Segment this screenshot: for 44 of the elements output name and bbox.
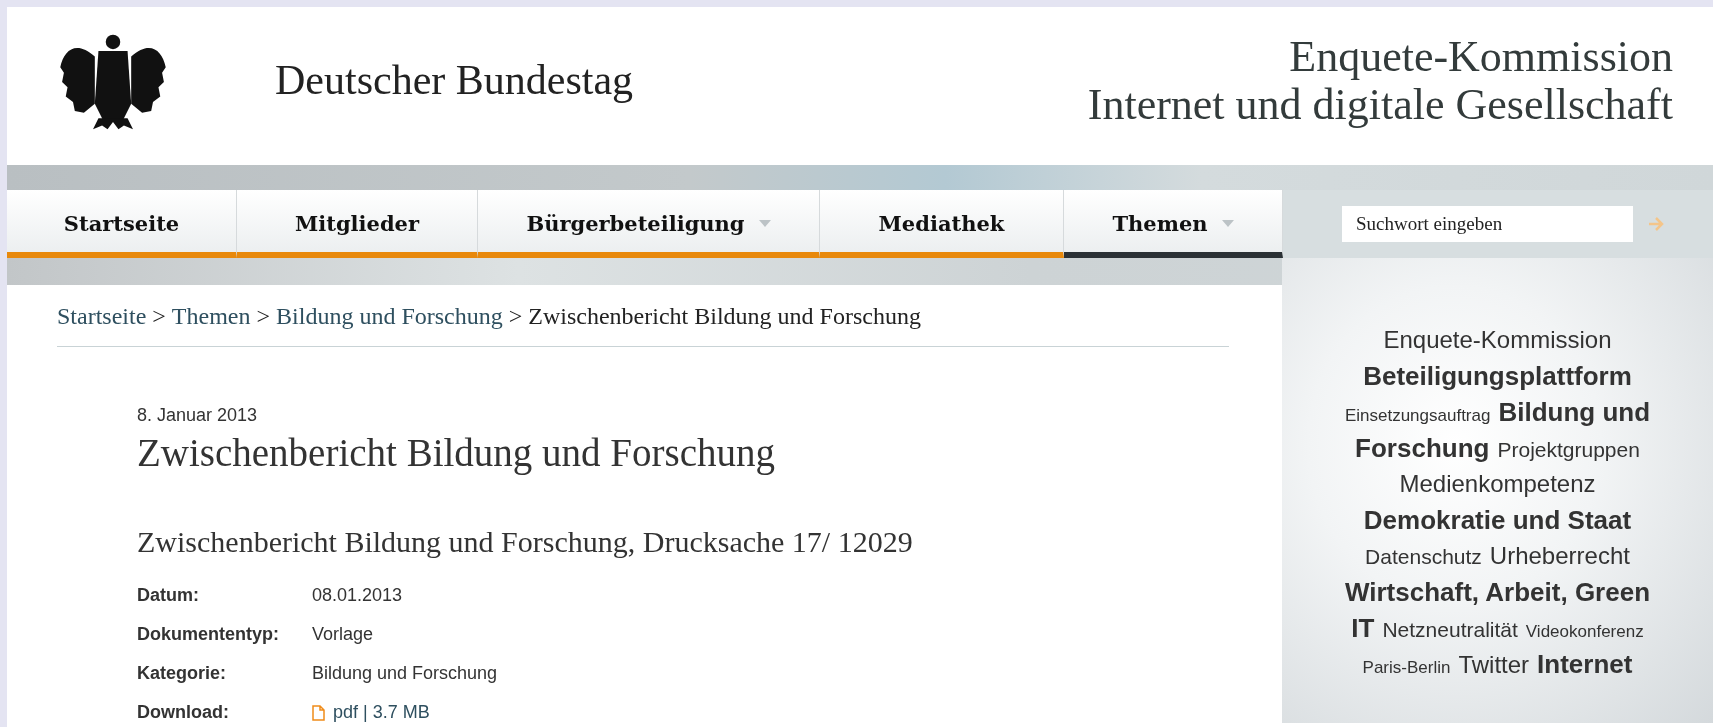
nav-tab[interactable]: Mitglieder [237, 190, 478, 258]
breadcrumb-separator: > [152, 303, 166, 330]
tag-link[interactable]: Paris-Berlin [1362, 650, 1451, 686]
search-field[interactable]: Suchwort eingeben [1342, 206, 1633, 242]
tag-link[interactable]: Medienkompetenz [1399, 466, 1596, 502]
nav-tab[interactable]: Startseite [7, 190, 237, 258]
meta-value: Vorlage [312, 624, 375, 645]
tag-link[interactable]: Enquete-Kommission [1383, 322, 1612, 358]
breadcrumb-link[interactable]: Themen [171, 303, 251, 330]
meta-label: Download: [137, 702, 230, 723]
meta-label: Kategorie: [137, 663, 227, 684]
breadcrumb-current: Zwischenbericht Bildung und Forschung [528, 303, 921, 330]
tag-link[interactable]: Bildung und [1498, 394, 1651, 430]
article-date: 8. Januar 2013 [137, 405, 259, 426]
site-name: Deutscher Bundestag [275, 56, 634, 104]
arrow-right-icon[interactable] [1647, 215, 1665, 233]
caret-icon [758, 219, 771, 227]
tag-link[interactable]: IT [1351, 610, 1375, 646]
breadcrumb-separator: > [256, 303, 271, 330]
tag-link[interactable]: Projektgruppen [1497, 432, 1640, 468]
commission-title: Internet und digitale Gesellschaft [1087, 81, 1673, 129]
tag-link[interactable]: Beteiligungsplattform [1363, 358, 1632, 394]
tag-link[interactable]: Urheberrecht [1489, 538, 1630, 574]
breadcrumb-separator: > [508, 303, 523, 330]
breadcrumb-link[interactable]: Bildung und Forschung [276, 303, 503, 330]
meta-value: Bildung und Forschung [312, 663, 499, 684]
meta-value: 08.01.2013 [312, 585, 404, 606]
download-link[interactable]: pdf | 3.7 MB [333, 702, 430, 723]
nav-tab[interactable]: Themen [1064, 190, 1283, 258]
tag-link[interactable]: Twitter [1458, 647, 1530, 683]
nav-tab[interactable]: Mediathek [820, 190, 1064, 258]
commission-title: Enquete-Kommission [1288, 33, 1673, 81]
tag-link[interactable]: Demokratie und Staat [1363, 502, 1632, 538]
tag-link[interactable]: Datenschutz [1365, 539, 1482, 575]
article-title: Zwischenbericht Bildung und Forschung [137, 430, 776, 475]
nav-tab[interactable]: Bürgerbeteiligung [478, 190, 820, 258]
meta-label: Datum: [137, 585, 200, 606]
article-subtitle: Zwischenbericht Bildung und Forschung, Drucksache 17/ 12029 [137, 525, 914, 559]
breadcrumb-link[interactable]: Startseite [57, 303, 147, 330]
caret-icon [1221, 219, 1234, 227]
tag-link[interactable]: Netzneutralität [1382, 612, 1518, 648]
document-icon [312, 704, 325, 721]
meta-label: Dokumententyp: [137, 624, 280, 645]
tag-link[interactable]: Wirtschaft, Arbeit, Green [1344, 574, 1651, 610]
